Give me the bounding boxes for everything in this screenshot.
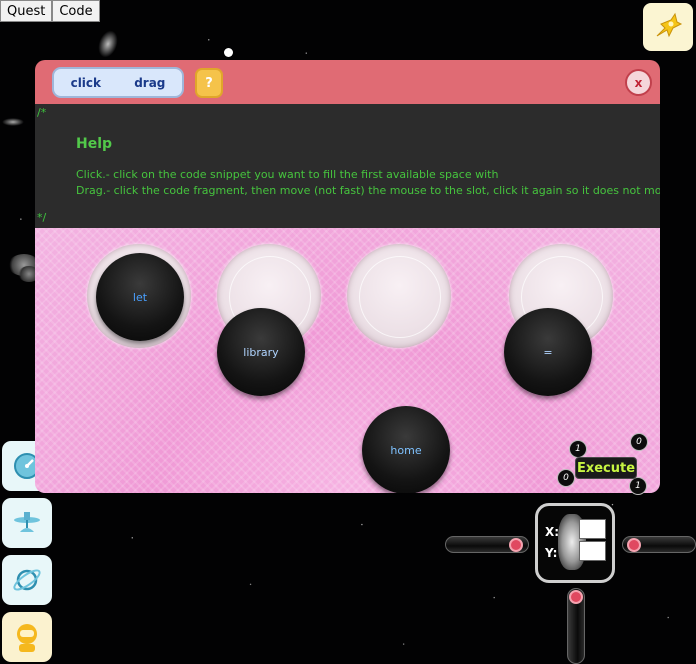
execute-button[interactable]: Execute bbox=[575, 457, 637, 479]
asteroid bbox=[2, 118, 24, 126]
y-value-cell bbox=[579, 541, 606, 561]
top-menu: Quest Code bbox=[0, 0, 100, 22]
comment-open: /* bbox=[37, 106, 47, 119]
code-tab[interactable]: Code bbox=[52, 0, 100, 22]
robot-position-hub: X: Y: bbox=[535, 503, 615, 583]
code-slot-3[interactable] bbox=[347, 244, 451, 348]
panel-header: click drag ? x bbox=[35, 60, 660, 104]
y-label: Y: bbox=[545, 546, 558, 560]
pipe-node-down bbox=[569, 590, 583, 604]
execute-badge: 1 bbox=[569, 440, 587, 458]
help-line-click: Click.- click on the code snippet you wa… bbox=[76, 168, 499, 181]
code-slots-area: let library = home bbox=[35, 228, 660, 493]
close-button[interactable]: x bbox=[625, 69, 652, 96]
pipe-node-right bbox=[627, 538, 641, 552]
help-comment-box: /* Help Click.- click on the code snippe… bbox=[35, 104, 660, 228]
star bbox=[224, 48, 233, 57]
execute-badge: 1 bbox=[629, 477, 647, 495]
snippet-let[interactable]: let bbox=[96, 253, 184, 341]
help-title: Help bbox=[76, 136, 113, 152]
spaceship-button[interactable] bbox=[643, 3, 693, 51]
click-mode-button[interactable]: click bbox=[71, 76, 101, 90]
help-line-drag: Drag.- click the code fragment, then mov… bbox=[76, 184, 660, 197]
spaceship-icon bbox=[656, 12, 683, 38]
x-label: X: bbox=[545, 525, 560, 539]
sidebar-planet-button[interactable] bbox=[2, 555, 52, 605]
quest-tab[interactable]: Quest bbox=[0, 0, 53, 22]
x-value-cell bbox=[579, 519, 606, 539]
pipe-node-left bbox=[509, 538, 523, 552]
comment-close: */ bbox=[37, 211, 47, 224]
help-button[interactable]: ? bbox=[195, 68, 223, 98]
planet-icon bbox=[13, 569, 41, 591]
execute-badge: 0 bbox=[630, 433, 648, 451]
snippet-equals[interactable]: = bbox=[504, 308, 592, 396]
mode-toggle: click drag bbox=[52, 67, 184, 98]
snippet-library[interactable]: library bbox=[217, 308, 305, 396]
drag-mode-button[interactable]: drag bbox=[134, 76, 165, 90]
code-editor-panel: click drag ? x /* Help Click.- click on … bbox=[35, 60, 660, 493]
execute-badge: 0 bbox=[557, 469, 575, 487]
sidebar-astronaut-button[interactable] bbox=[2, 612, 52, 662]
astronaut-icon bbox=[17, 624, 37, 652]
sidebar-satellite-button[interactable] bbox=[2, 498, 52, 548]
satellite-icon bbox=[14, 512, 40, 532]
snippet-home[interactable]: home bbox=[362, 406, 450, 493]
